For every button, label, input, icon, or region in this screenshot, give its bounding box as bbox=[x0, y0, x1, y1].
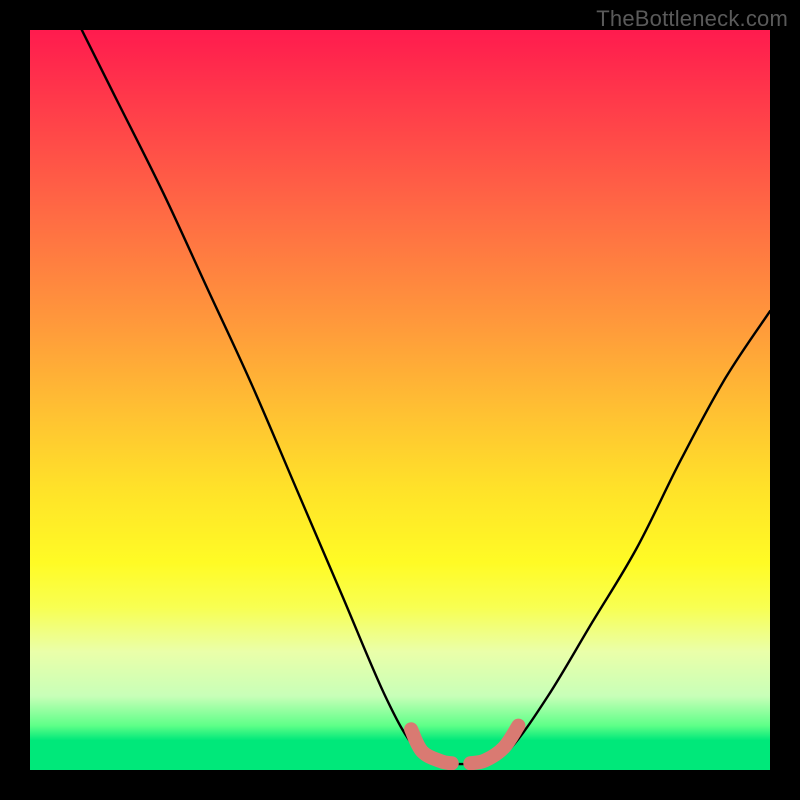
plot-area bbox=[30, 30, 770, 770]
bottom-marker-left bbox=[411, 729, 452, 763]
watermark-text: TheBottleneck.com bbox=[596, 6, 788, 32]
chart-frame: TheBottleneck.com bbox=[0, 0, 800, 800]
curve-layer bbox=[30, 30, 770, 770]
bottleneck-curve bbox=[82, 30, 770, 764]
bottom-marker-right bbox=[470, 726, 518, 764]
